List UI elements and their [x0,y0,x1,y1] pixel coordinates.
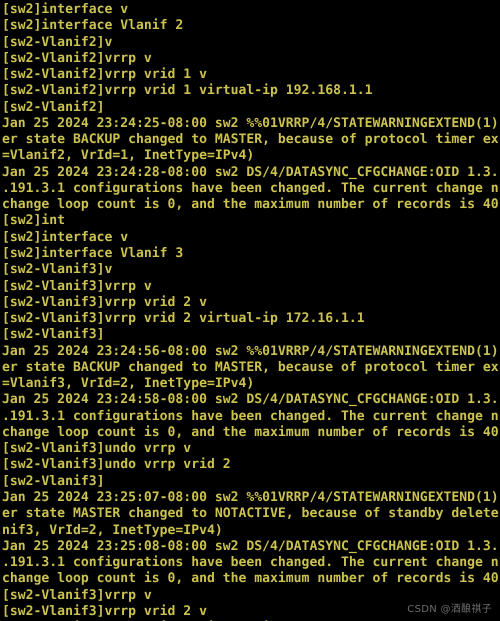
terminal-line: [sw2-Vlanif3]undo vrrp v [2,441,192,457]
terminal-line: [sw2]interface v [2,229,129,245]
terminal-line: change loop count is 0, and the maximum … [2,571,499,587]
terminal-line: Jan 25 2024 23:25:08-08:00 sw2 DS/4/DATA… [2,538,499,554]
terminal-line: [sw2-Vlanif2]vrrp vrid 1 v [2,67,207,83]
terminal-line: [sw2-Vlanif3]undo vrrp vrid 2 [2,457,231,473]
terminal-line: Jan 25 2024 23:24:25-08:00 sw2 %%01VRRP/… [2,115,499,131]
terminal-line: [sw2-Vlanif3]vrrp v [2,278,152,294]
terminal-line: [sw2-Vlanif2]vrrp v [2,50,152,66]
terminal-line: =Vlanif2, VrId=1, InetType=IPv4) [2,148,255,164]
terminal-line: [sw2]interface Vlanif 3 [2,245,184,261]
terminal-line: er state BACKUP changed to MASTER, becau… [2,359,499,375]
terminal-line: [sw2-Vlanif3] [2,327,105,343]
terminal-line: [sw2-Vlanif2]v [2,34,113,50]
terminal-line: [sw2-Vlanif3]v [2,262,113,278]
terminal-line: .191.3.1 configurations have been change… [2,555,499,571]
terminal-line: [sw2-Vlanif2]vrrp vrid 1 virtual-ip 192.… [2,83,373,99]
terminal-line: Jan 25 2024 23:24:58-08:00 sw2 DS/4/DATA… [2,392,499,408]
terminal-line: =Vlanif3, VrId=2, InetType=IPv4) [2,376,255,392]
terminal-line: [sw2]int [2,213,66,229]
terminal-line: er state BACKUP changed to MASTER, becau… [2,132,499,148]
terminal-output: [sw2]interface v [sw2]interface Vlanif 2[… [2,2,500,621]
terminal-line: [sw2]interface v [2,2,129,17]
csdn-watermark: CSDN @酒酿祺子 [407,604,492,615]
terminal-line: Jan 25 2024 23:25:07-08:00 sw2 %%01VRRP/… [2,489,499,505]
terminal-line: er state MASTER changed to NOTACTIVE, be… [2,506,499,522]
terminal-line: [sw2-Vlanif3]vrrp vrid 2 v [2,294,207,310]
terminal-line: [sw2-Vlanif3]vrrp vrid 2 virtual-ip 172.… [2,311,365,327]
terminal-line: [sw2-Vlanif2] [2,99,105,115]
terminal-line: Jan 25 2024 23:24:28-08:00 sw2 DS/4/DATA… [2,164,499,180]
terminal-line: [sw2]interface Vlanif 2 [2,18,184,34]
terminal-line: .191.3.1 configurations have been change… [2,408,499,424]
terminal-line: Jan 25 2024 23:24:56-08:00 sw2 %%01VRRP/… [2,343,499,359]
terminal-line: change loop count is 0, and the maximum … [2,424,499,440]
terminal-line: [sw2-Vlanif3] [2,473,105,489]
terminal-line: .191.3.1 configurations have been change… [2,180,499,196]
terminal-line: change loop count is 0, and the maximum … [2,197,499,213]
terminal-console[interactable]: [sw2]interface v [sw2]interface Vlanif 2[… [0,0,500,621]
terminal-line: nif3, VrId=2, InetType=IPv4) [2,522,223,538]
